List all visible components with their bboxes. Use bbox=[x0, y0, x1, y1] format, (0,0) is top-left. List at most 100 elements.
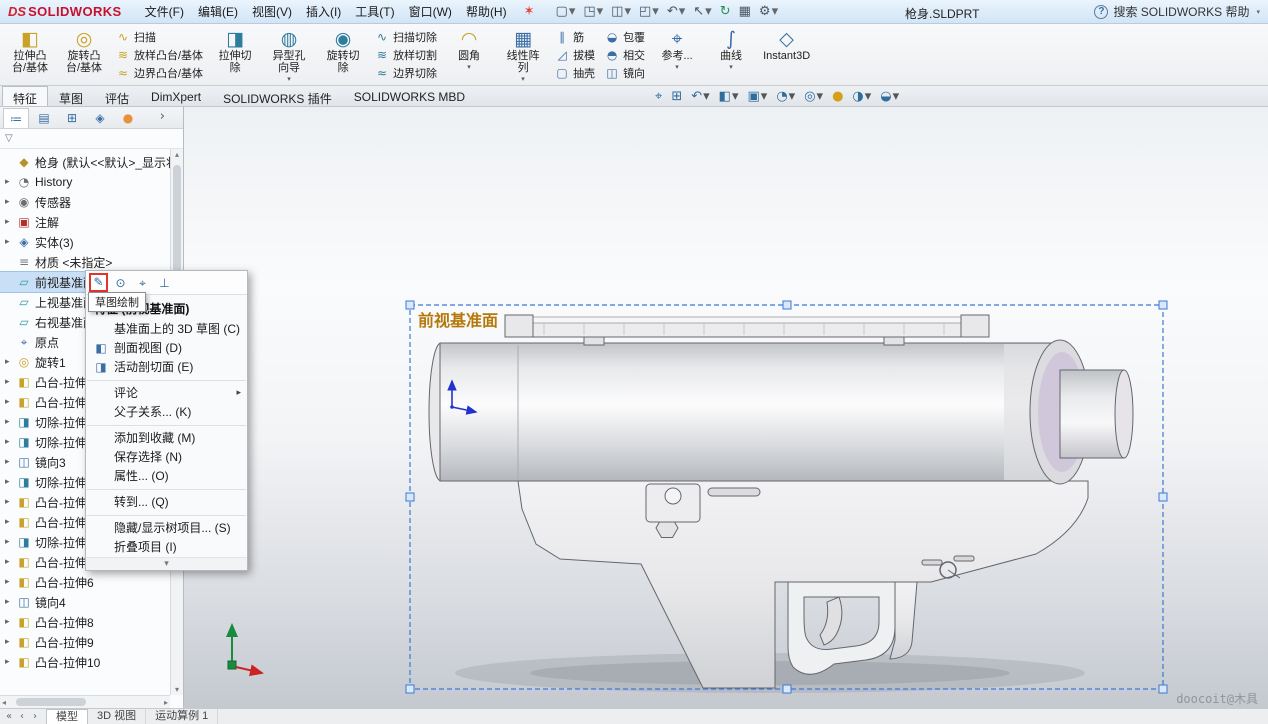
display-style-button[interactable]: ◔ ▾ bbox=[776, 89, 795, 104]
view-settings-button[interactable]: ◒ ▾ bbox=[880, 89, 899, 104]
lofted-cut-button[interactable]: ≋ 放样切割 bbox=[375, 46, 437, 63]
expand-arrow-icon[interactable]: ▸ bbox=[5, 377, 16, 387]
zoom-area-button[interactable]: ⊞ bbox=[671, 89, 682, 104]
extruded-cut-button[interactable]: ◨ 拉伸切 除 bbox=[209, 26, 261, 83]
dimxpertmanager-tab[interactable]: ◈ bbox=[87, 108, 113, 128]
tab-solidworks-mbd[interactable]: SOLIDWORKS MBD bbox=[343, 86, 476, 106]
menu-insert[interactable]: 插入(I) bbox=[299, 0, 348, 23]
menu-item-save-selection[interactable]: 保存选择 (N) bbox=[86, 448, 247, 467]
sketch-icon[interactable]: ✎ bbox=[89, 273, 108, 292]
previous-view-button[interactable]: ↶ ▾ bbox=[691, 89, 709, 104]
expand-arrow-icon[interactable]: ▸ bbox=[5, 177, 16, 187]
tree-item-history[interactable]: ▸ ◔ History bbox=[0, 172, 170, 192]
curves-button[interactable]: ∫ 曲线 ▾ bbox=[705, 26, 757, 83]
revolved-cut-button[interactable]: ◉ 旋转切 除 bbox=[317, 26, 369, 83]
revolved-boss-button[interactable]: ◎ 旋转凸 台/基体 bbox=[58, 26, 110, 83]
menu-item-add-to-favorites[interactable]: 添加到收藏 (M) bbox=[86, 429, 247, 448]
extruded-boss-button[interactable]: ◧ 拉伸凸 台/基体 bbox=[4, 26, 56, 83]
expand-arrow-icon[interactable]: ▸ bbox=[5, 477, 16, 487]
filter-funnel-icon[interactable]: ▽ bbox=[5, 133, 13, 144]
zoom-to-selection-icon[interactable]: ⌖ bbox=[133, 273, 152, 292]
tree-item-boss-extrude6[interactable]: ▸ ◧ 凸台-拉伸6 bbox=[0, 572, 170, 592]
tree-item-sensors[interactable]: ▸ ◉ 传感器 bbox=[0, 192, 170, 212]
tree-item-boss-extrude9[interactable]: ▸ ◧ 凸台-拉伸9 bbox=[0, 632, 170, 652]
edit-appearance-button[interactable]: ● bbox=[832, 89, 843, 104]
tab-3d-views[interactable]: 3D 视图 bbox=[88, 709, 146, 724]
tab-dimxpert[interactable]: DimXpert bbox=[140, 86, 212, 106]
menu-item-properties[interactable]: 属性... (O) bbox=[86, 467, 247, 486]
hole-wizard-button[interactable]: ◍ 异型孔 向导 ▾ bbox=[263, 26, 315, 83]
new-file-button[interactable]: ▢ ▾ bbox=[553, 3, 579, 20]
expand-arrow-icon[interactable]: ▸ bbox=[5, 397, 16, 407]
instant3d-button[interactable]: ◇ Instant3D bbox=[759, 26, 814, 83]
menu-help[interactable]: 帮助(H) bbox=[459, 0, 514, 23]
expand-arrow-icon[interactable]: ▸ bbox=[5, 577, 16, 587]
expand-arrow-icon[interactable]: ▸ bbox=[5, 197, 16, 207]
scroll-down-icon[interactable]: ▾ bbox=[171, 685, 183, 694]
normal-to-icon[interactable]: ⊥ bbox=[155, 273, 174, 292]
displaymanager-tab[interactable]: ● bbox=[115, 108, 141, 128]
expand-arrow-icon[interactable]: ▸ bbox=[5, 597, 16, 607]
expand-arrow-icon[interactable]: ▸ bbox=[5, 637, 16, 647]
draft-button[interactable]: ◿ 拔模 bbox=[555, 46, 595, 63]
tree-item-annotations[interactable]: ▸ ▣ 注解 bbox=[0, 212, 170, 232]
help-icon[interactable]: ? bbox=[1094, 5, 1108, 19]
shell-button[interactable]: ▢ 抽壳 bbox=[555, 64, 595, 81]
expand-arrow-icon[interactable]: ▸ bbox=[5, 217, 16, 227]
configurationmanager-tab[interactable]: ⊞ bbox=[59, 108, 85, 128]
model-tabs-first-button[interactable]: « bbox=[3, 711, 15, 722]
gun-model[interactable] bbox=[429, 315, 1133, 688]
menu-file[interactable]: 文件(F) bbox=[138, 0, 191, 23]
menu-window[interactable]: 窗口(W) bbox=[402, 0, 459, 23]
options-button[interactable]: ⚙ ▾ bbox=[756, 3, 781, 20]
expand-arrow-icon[interactable]: ▸ bbox=[5, 537, 16, 547]
search-help-label[interactable]: 搜索 SOLIDWORKS 帮助 bbox=[1113, 3, 1249, 20]
tab-motion-study-1[interactable]: 运动算例 1 bbox=[146, 709, 218, 724]
tree-item-solid-bodies[interactable]: ▸ ◈ 实体(3) bbox=[0, 232, 170, 252]
propertymanager-tab[interactable]: ▤ bbox=[31, 108, 57, 128]
menu-item-comment[interactable]: 评论 ▸ bbox=[86, 384, 247, 403]
wrap-button[interactable]: ◒ 包覆 bbox=[605, 28, 645, 45]
expand-arrow-icon[interactable]: ▸ bbox=[5, 237, 16, 247]
menu-item-live-section-plane[interactable]: ◨ 活动剖切面 (E) bbox=[86, 358, 247, 377]
solidworks-resources-icon[interactable]: ✶ bbox=[524, 4, 535, 19]
view-orientation-button[interactable]: ▣ ▾ bbox=[748, 89, 768, 104]
tab-solidworks-addins[interactable]: SOLIDWORKS 插件 bbox=[212, 86, 343, 106]
lofted-boss-button[interactable]: ≋ 放样凸台/基体 bbox=[116, 46, 203, 63]
fillet-button[interactable]: ◠ 圆角 ▾ bbox=[443, 26, 495, 83]
menu-expand-chevron[interactable]: ▾ bbox=[86, 557, 247, 570]
linear-pattern-button[interactable]: ▦ 线性阵 列 ▾ bbox=[497, 26, 549, 83]
mirror-button[interactable]: ◫ 镜向 bbox=[605, 64, 645, 81]
file-properties-button[interactable]: ▦ bbox=[736, 3, 754, 20]
featuremanager-tab[interactable]: ≔ bbox=[3, 108, 29, 128]
model-tabs-prev-button[interactable]: ‹ bbox=[16, 711, 28, 722]
viewport-canvas[interactable]: 前视基准面 bbox=[184, 107, 1268, 708]
tree-item-material[interactable]: ≡ 材质 <未指定> bbox=[0, 252, 170, 272]
menu-item-section-view[interactable]: ◧ 剖面视图 (D) bbox=[86, 339, 247, 358]
scrollbar-thumb[interactable] bbox=[16, 698, 86, 706]
panel-expand-chevron[interactable]: › bbox=[156, 109, 169, 124]
section-view-button[interactable]: ◧ ▾ bbox=[719, 89, 739, 104]
open-file-button[interactable]: ◳ ▾ bbox=[580, 3, 606, 20]
menu-item-go-to[interactable]: 转到... (Q) bbox=[86, 493, 247, 512]
menu-item-parent-child[interactable]: 父子关系... (K) bbox=[86, 403, 247, 422]
hide-show-items-button[interactable]: ◎ ▾ bbox=[804, 89, 823, 104]
eye-icon[interactable]: ⊙ bbox=[111, 273, 130, 292]
tree-item-boss-extrude8[interactable]: ▸ ◧ 凸台-拉伸8 bbox=[0, 612, 170, 632]
undo-button[interactable]: ↶ ▾ bbox=[664, 3, 688, 20]
expand-arrow-icon[interactable]: ▸ bbox=[5, 357, 16, 367]
menu-view[interactable]: 视图(V) bbox=[245, 0, 299, 23]
zoom-fit-button[interactable]: ⌖ bbox=[655, 89, 662, 104]
menu-item-hide-show-tree-items[interactable]: 隐藏/显示树项目... (S) bbox=[86, 519, 247, 538]
tree-item-part-root[interactable]: ◆ 枪身 (默认<<默认>_显示状态 1: bbox=[0, 152, 170, 172]
model-tabs-next-button[interactable]: › bbox=[29, 711, 41, 722]
graphics-viewport[interactable]: 前视基准面 doocoit@木具 bbox=[184, 107, 1268, 708]
menu-item-collapse-items[interactable]: 折叠项目 (I) bbox=[86, 538, 247, 557]
intersect-button[interactable]: ◓ 相交 bbox=[605, 46, 645, 63]
boundary-boss-button[interactable]: ≈ 边界凸台/基体 bbox=[116, 64, 203, 81]
expand-arrow-icon[interactable]: ▸ bbox=[5, 517, 16, 527]
expand-arrow-icon[interactable]: ▸ bbox=[5, 617, 16, 627]
scroll-right-icon[interactable]: ▸ bbox=[164, 698, 168, 707]
tab-evaluate[interactable]: 评估 bbox=[94, 86, 140, 106]
menu-item-3d-sketch-on-plane[interactable]: 基准面上的 3D 草图 (C) bbox=[86, 320, 247, 339]
